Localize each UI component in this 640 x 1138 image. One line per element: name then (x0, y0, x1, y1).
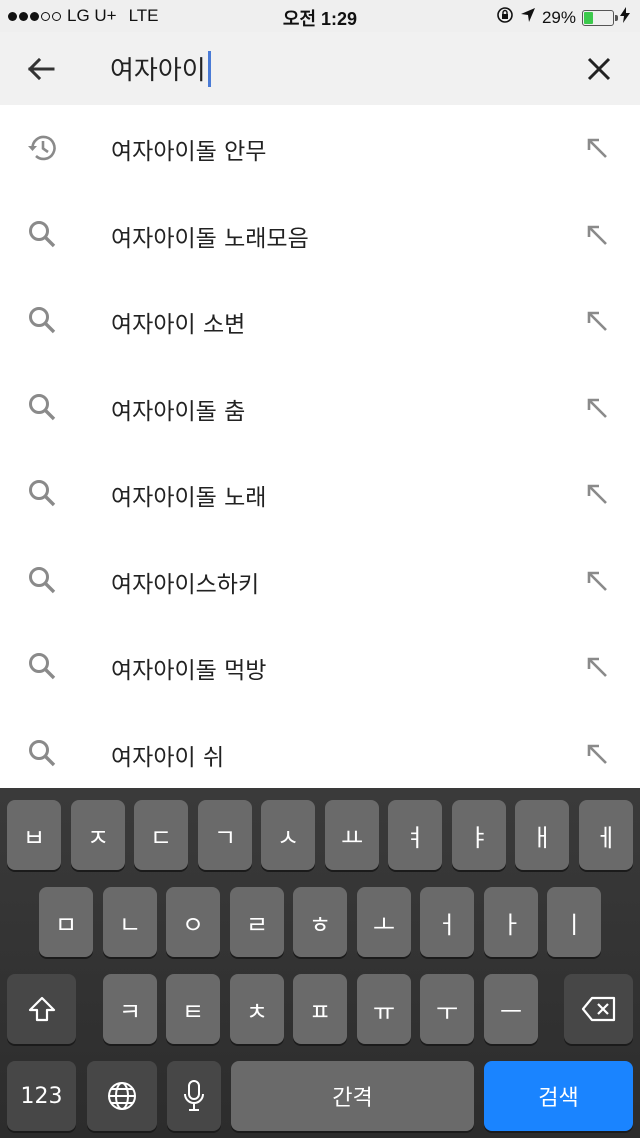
key-ㅎ[interactable]: ㅎ (293, 887, 347, 957)
suggestion-label: 여자아이 소변 (111, 312, 246, 338)
suggestion-label: 여자아이돌 노래모음 (111, 225, 309, 252)
microphone-icon (184, 1080, 204, 1111)
globe-icon (108, 1082, 136, 1110)
search-icon (26, 477, 60, 511)
key-ㅌ[interactable]: ㅌ (166, 974, 220, 1044)
clear-search-button[interactable] (580, 50, 618, 88)
key-ㅡ[interactable]: ㅡ (484, 974, 538, 1044)
search-icon (26, 650, 60, 684)
suggestion-item[interactable]: 여자아이돌 노래 (0, 451, 640, 538)
arrow-up-left-icon (587, 657, 607, 677)
suggestion-item[interactable]: 여자아이돌 노래모음 (0, 192, 640, 279)
key-ㅈ[interactable]: ㅈ (71, 800, 125, 870)
arrow-up-left-icon (587, 744, 607, 764)
globe-key[interactable] (87, 1061, 157, 1131)
search-input[interactable]: 여자아이 (110, 50, 211, 87)
key-ㄹ[interactable]: ㄹ (230, 887, 284, 957)
suggestion-item[interactable]: 여자아이돌 춤 (0, 365, 640, 452)
arrow-up-left-icon (587, 311, 607, 331)
key-ㅗ[interactable]: ㅗ (357, 887, 411, 957)
key-ㅓ[interactable]: ㅓ (420, 887, 474, 957)
back-button[interactable] (22, 50, 60, 88)
suggestion-list: 여자아이돌 안무 여자아이돌 노래모음 여자아이 소변 여자아이돌 춤 여자아이… (0, 105, 640, 797)
space-key[interactable]: 간격 (231, 1061, 474, 1131)
key-ㅛ[interactable]: ㅛ (325, 800, 379, 870)
close-icon (587, 57, 611, 81)
history-icon (26, 131, 60, 165)
text-caret (207, 50, 211, 87)
key-ㅐ[interactable]: ㅐ (515, 800, 569, 870)
suggestion-item[interactable]: 여자아이 쉬 (0, 711, 640, 798)
key-ㅍ[interactable]: ㅍ (293, 974, 347, 1044)
key-ㄷ[interactable]: ㄷ (134, 800, 188, 870)
korean-keyboard: ㅂ ㅈ ㄷ ㄱ ㅅ ㅛ ㅕ ㅑ ㅐ ㅔ ㅁ ㄴ ㅇ ㄹ ㅎ ㅗ ㅓ ㅏ ㅣ ㅋ … (0, 788, 640, 1138)
key-ㅕ[interactable]: ㅕ (388, 800, 442, 870)
arrow-up-left-icon (587, 571, 607, 591)
suggestion-label: 여자아이스하키 (111, 571, 260, 598)
search-icon (26, 564, 60, 598)
arrow-left-icon (27, 57, 55, 81)
fill-query-button[interactable] (584, 568, 610, 594)
key-ㅜ[interactable]: ㅜ (420, 974, 474, 1044)
search-icon (26, 737, 60, 771)
location-arrow-icon (520, 7, 536, 28)
search-icon (26, 218, 60, 252)
fill-query-button[interactable] (584, 308, 610, 334)
backspace-icon (581, 996, 615, 1022)
backspace-key[interactable] (564, 974, 633, 1044)
suggestion-label: 여자아이돌 안무 (111, 139, 267, 165)
suggestion-item[interactable]: 여자아이 소변 (0, 278, 640, 365)
fill-query-button[interactable] (584, 481, 610, 507)
key-ㅂ[interactable]: ㅂ (7, 800, 61, 870)
fill-query-button[interactable] (584, 654, 610, 680)
suggestion-label: 여자아이돌 먹방 (111, 658, 267, 684)
search-icon (26, 391, 60, 425)
arrow-up-left-icon (587, 138, 607, 158)
battery-percent: 29% (541, 7, 576, 27)
search-icon (26, 304, 60, 338)
key-ㅊ[interactable]: ㅊ (230, 974, 284, 1044)
fill-query-button[interactable] (584, 135, 610, 161)
search-query-text: 여자아이 (110, 56, 206, 86)
key-ㄴ[interactable]: ㄴ (103, 887, 157, 957)
shift-key[interactable] (7, 974, 76, 1044)
key-ㅅ[interactable]: ㅅ (261, 800, 315, 870)
search-bar: 여자아이 (0, 32, 640, 105)
key-ㅣ[interactable]: ㅣ (547, 887, 601, 957)
charging-bolt-icon (620, 7, 630, 28)
key-ㄱ[interactable]: ㄱ (198, 800, 252, 870)
key-ㅏ[interactable]: ㅏ (484, 887, 538, 957)
numbers-key[interactable]: 123 (7, 1061, 76, 1131)
shift-icon (28, 996, 55, 1022)
key-ㅋ[interactable]: ㅋ (103, 974, 157, 1044)
suggestion-label: 여자아이돌 춤 (111, 398, 246, 425)
status-right: 29% (496, 6, 630, 29)
arrow-up-left-icon (587, 225, 607, 245)
suggestion-item[interactable]: 여자아이돌 안무 (0, 105, 640, 192)
fill-query-button[interactable] (584, 741, 610, 767)
key-ㅔ[interactable]: ㅔ (579, 800, 633, 870)
battery-icon (582, 9, 618, 26)
arrow-up-left-icon (587, 484, 607, 504)
search-key[interactable]: 검색 (484, 1061, 633, 1131)
status-bar: LG U+ LTE 오전 1:29 29% (0, 0, 640, 32)
suggestion-item[interactable]: 여자아이스하키 (0, 538, 640, 625)
suggestion-label: 여자아이돌 노래 (111, 485, 267, 511)
orientation-lock-icon (496, 6, 514, 29)
arrow-up-left-icon (587, 398, 607, 418)
suggestion-label: 여자아이 쉬 (111, 744, 225, 771)
key-ㅑ[interactable]: ㅑ (452, 800, 506, 870)
fill-query-button[interactable] (584, 222, 610, 248)
key-ㅇ[interactable]: ㅇ (166, 887, 220, 957)
fill-query-button[interactable] (584, 395, 610, 421)
key-ㅠ[interactable]: ㅠ (357, 974, 411, 1044)
dictation-key[interactable] (167, 1061, 221, 1131)
suggestion-item[interactable]: 여자아이돌 먹방 (0, 624, 640, 711)
key-ㅁ[interactable]: ㅁ (39, 887, 93, 957)
